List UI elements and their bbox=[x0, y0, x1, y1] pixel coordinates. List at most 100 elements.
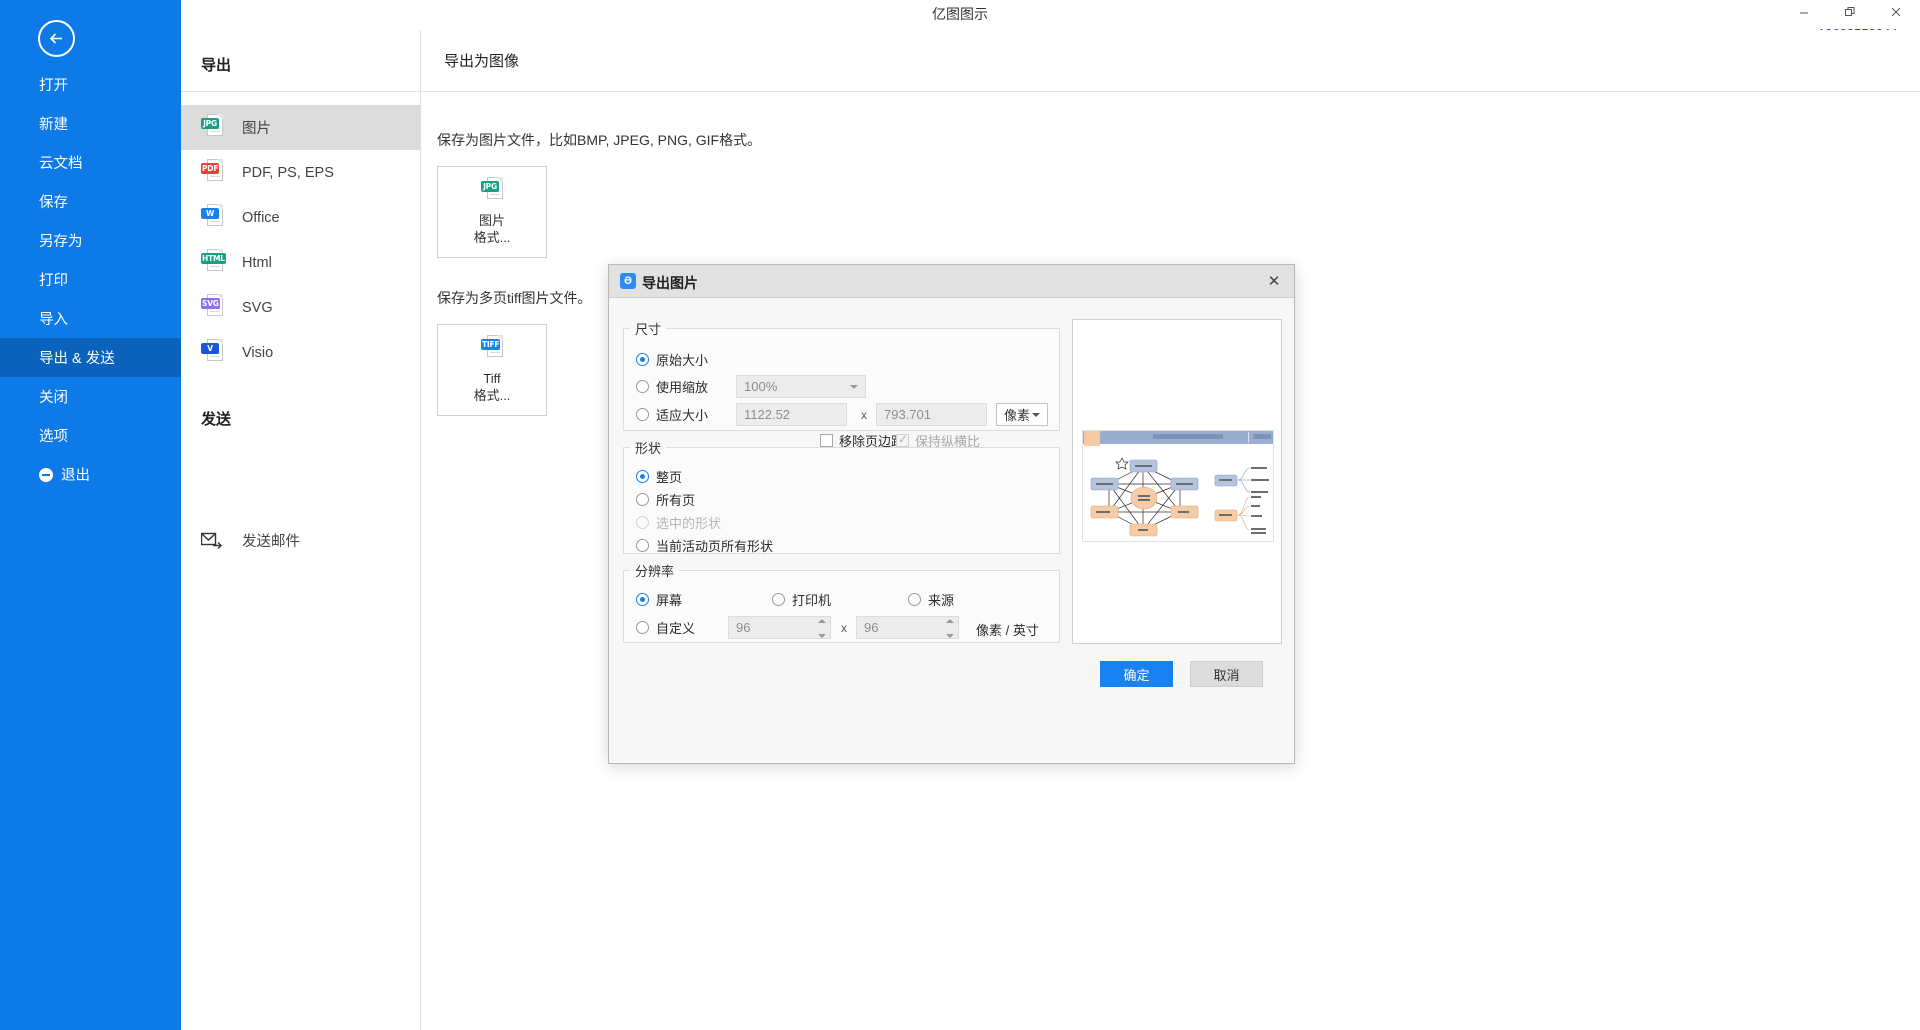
radio-screen[interactable]: 屏幕 bbox=[636, 590, 682, 609]
card-label-line2: 格式... bbox=[473, 388, 511, 403]
scale-percent-value: 100% bbox=[744, 379, 778, 394]
sidebar-item-print[interactable]: 打印 bbox=[0, 260, 181, 299]
export-panel: 导出 JPG 图片 PDF PDF, PS, EPS W Office HTML… bbox=[181, 30, 421, 1030]
send-mail-item[interactable]: 发送邮件 bbox=[200, 530, 300, 551]
size-unit-combobox[interactable]: 像素 bbox=[996, 403, 1048, 426]
radio-indicator[interactable] bbox=[636, 408, 649, 421]
radio-label: 所有页 bbox=[656, 493, 696, 508]
dpi-x-value: 96 bbox=[736, 620, 751, 635]
svg-tag-label: SVG bbox=[201, 298, 220, 309]
radio-indicator[interactable] bbox=[772, 593, 785, 606]
fit-height-input[interactable]: 793.701 bbox=[876, 403, 987, 426]
sidebar-item-save[interactable]: 保存 bbox=[0, 182, 181, 221]
jpg-tag-label: JPG bbox=[201, 118, 219, 129]
radio-label: 打印机 bbox=[792, 593, 832, 608]
restore-icon[interactable] bbox=[1840, 2, 1860, 22]
radio-indicator[interactable] bbox=[636, 621, 649, 634]
format-item-svg[interactable]: SVG SVG bbox=[181, 285, 421, 330]
sidebar-item-label: 导入 bbox=[39, 312, 68, 328]
visio-tag-label: V bbox=[201, 343, 219, 354]
shape-group-legend: 形状 bbox=[635, 441, 662, 456]
back-arrow-icon bbox=[49, 33, 62, 44]
radio-label: 当前活动页所有形状 bbox=[656, 539, 774, 554]
dialog-title: 导出图片 bbox=[642, 275, 698, 291]
sidebar-item-label: 打开 bbox=[39, 78, 68, 94]
minimize-icon[interactable] bbox=[1794, 2, 1814, 22]
dpi-x-spinner[interactable]: 96 bbox=[728, 616, 831, 639]
radio-custom-dpi[interactable]: 自定义 bbox=[636, 618, 695, 637]
format-item-visio[interactable]: V Visio bbox=[181, 330, 421, 375]
sidebar-item-close[interactable]: 关闭 bbox=[0, 377, 181, 416]
sidebar-item-label: 新建 bbox=[39, 117, 68, 133]
radio-selected-shapes: 选中的形状 bbox=[636, 513, 721, 532]
sidebar-item-open[interactable]: 打开 bbox=[0, 65, 181, 104]
export-preview bbox=[1072, 319, 1282, 644]
radio-indicator[interactable] bbox=[636, 353, 649, 366]
radio-use-scale[interactable]: 使用缩放 bbox=[636, 377, 708, 396]
word-file-icon: W bbox=[201, 204, 223, 231]
dpi-unit-label: 像素 / 英寸 bbox=[976, 623, 1039, 638]
radio-all-pages[interactable]: 所有页 bbox=[636, 490, 695, 509]
format-item-label: PDF, PS, EPS bbox=[242, 164, 334, 181]
export-image-dialog: Ə 导出图片 ✕ 尺寸 原始大小 使用缩放 100% 适应大小 1122.52 … bbox=[608, 264, 1295, 764]
shape-group: 形状 整页 所有页 选中的形状 当前活动页所有形状 bbox=[623, 438, 1060, 554]
cancel-button[interactable]: 取消 bbox=[1190, 661, 1263, 687]
radio-source[interactable]: 来源 bbox=[908, 590, 954, 609]
sidebar-item-quit[interactable]: 退出 bbox=[0, 455, 181, 494]
preview-document-thumbnail bbox=[1082, 430, 1274, 542]
chevron-down-icon bbox=[850, 385, 858, 389]
fit-width-input[interactable]: 1122.52 bbox=[736, 403, 847, 426]
sidebar-item-export-send[interactable]: 导出 & 发送 bbox=[0, 338, 181, 377]
radio-label: 自定义 bbox=[656, 621, 696, 636]
sidebar-item-options[interactable]: 选项 bbox=[0, 416, 181, 455]
radio-indicator[interactable] bbox=[636, 493, 649, 506]
radio-original-size[interactable]: 原始大小 bbox=[636, 350, 708, 369]
card-label-line2: 格式... bbox=[473, 230, 511, 245]
sidebar-item-save-as[interactable]: 另存为 bbox=[0, 221, 181, 260]
minus-circle-icon bbox=[39, 467, 53, 482]
radio-indicator[interactable] bbox=[636, 470, 649, 483]
confirm-button[interactable]: 确定 bbox=[1100, 661, 1173, 687]
sidebar-item-cloud-doc[interactable]: 云文档 bbox=[0, 143, 181, 182]
back-button[interactable] bbox=[38, 20, 75, 57]
word-tag-label: W bbox=[201, 208, 219, 219]
preview-header-divider bbox=[1248, 432, 1249, 443]
spinner-arrows-icon[interactable] bbox=[817, 619, 826, 638]
sidebar-item-import[interactable]: 导入 bbox=[0, 299, 181, 338]
scale-percent-combobox[interactable]: 100% bbox=[736, 375, 866, 398]
radio-indicator[interactable] bbox=[636, 539, 649, 552]
size-separator: x bbox=[861, 408, 867, 422]
radio-active-page-shapes[interactable]: 当前活动页所有形状 bbox=[636, 536, 773, 555]
tiff-tag-label: TIFF bbox=[481, 339, 501, 350]
radio-fit-size[interactable]: 适应大小 bbox=[636, 405, 708, 424]
close-icon[interactable] bbox=[1886, 2, 1906, 22]
application-window: 亿图图示 13682558044 ▾ bbox=[0, 0, 1920, 1030]
app-logo-icon: Ə bbox=[620, 273, 636, 289]
image-format-card[interactable]: JPG 图片 格式... bbox=[437, 166, 547, 258]
card-label-line1: 图片 bbox=[478, 213, 505, 228]
sidebar-item-new[interactable]: 新建 bbox=[0, 104, 181, 143]
radio-indicator[interactable] bbox=[636, 380, 649, 393]
format-item-html[interactable]: HTML Html bbox=[181, 240, 421, 285]
radio-indicator[interactable] bbox=[636, 593, 649, 606]
radio-label: 屏幕 bbox=[656, 593, 683, 608]
radio-whole-page[interactable]: 整页 bbox=[636, 467, 682, 486]
fit-height-value: 793.701 bbox=[884, 407, 931, 422]
resolution-group-legend: 分辨率 bbox=[635, 564, 675, 579]
dialog-close-icon[interactable]: ✕ bbox=[1264, 271, 1284, 291]
tiff-file-icon: TIFF bbox=[481, 335, 503, 362]
format-item-label: Visio bbox=[242, 344, 274, 361]
dpi-separator: x bbox=[841, 621, 847, 635]
radio-label: 使用缩放 bbox=[656, 380, 709, 395]
format-item-image[interactable]: JPG 图片 bbox=[181, 105, 421, 150]
tiff-format-card[interactable]: TIFF Tiff 格式... bbox=[437, 324, 547, 416]
radio-indicator[interactable] bbox=[908, 593, 921, 606]
format-item-pdf[interactable]: PDF PDF, PS, EPS bbox=[181, 150, 421, 195]
divider bbox=[421, 91, 1920, 92]
window-title: 亿图图示 bbox=[932, 6, 988, 22]
dpi-y-value: 96 bbox=[864, 620, 879, 635]
radio-printer[interactable]: 打印机 bbox=[772, 590, 831, 609]
format-item-office[interactable]: W Office bbox=[181, 195, 421, 240]
dpi-y-spinner[interactable]: 96 bbox=[856, 616, 959, 639]
spinner-arrows-icon[interactable] bbox=[945, 619, 954, 638]
